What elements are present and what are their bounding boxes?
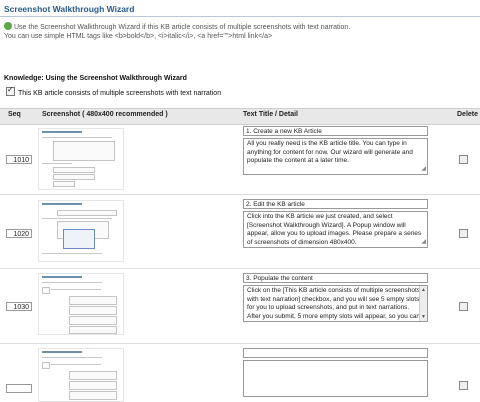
detail-textarea[interactable] xyxy=(243,360,428,397)
scrollbar[interactable]: ▲ ▼ xyxy=(419,286,427,321)
delete-checkbox[interactable] xyxy=(459,302,468,311)
delete-checkbox[interactable] xyxy=(459,155,468,164)
walkthrough-checkbox-label: This KB article consists of multiple scr… xyxy=(18,90,222,97)
detail-text: Click on the [This KB article consists o… xyxy=(247,287,421,320)
title-divider xyxy=(0,16,480,17)
seq-input[interactable] xyxy=(6,384,32,393)
resize-grip-icon[interactable]: ◢ xyxy=(421,238,426,247)
screenshot-thumbnail[interactable] xyxy=(38,128,124,190)
wizard-title: Screenshot Walkthrough Wizard xyxy=(4,4,135,14)
detail-text: All you really need is the KB article ti… xyxy=(247,140,413,164)
title-input[interactable]: 1. Create a new KB Article xyxy=(243,126,428,136)
detail-textarea[interactable]: All you really need is the KB article ti… xyxy=(243,138,428,175)
row-divider xyxy=(0,194,480,195)
walkthrough-checkbox[interactable] xyxy=(6,85,15,96)
screenshot-thumbnail[interactable] xyxy=(38,348,124,402)
title-input[interactable] xyxy=(243,348,428,358)
delete-checkbox[interactable] xyxy=(459,229,468,238)
detail-textarea[interactable]: Click on the [This KB article consists o… xyxy=(243,285,428,322)
resize-grip-icon[interactable]: ◢ xyxy=(421,165,426,174)
row-divider xyxy=(0,343,480,344)
seq-input[interactable]: 1020 xyxy=(6,229,32,238)
intro-text-1: Use the Screenshot Walkthrough Wizard if… xyxy=(14,24,351,31)
delete-checkbox[interactable] xyxy=(459,381,468,390)
info-icon xyxy=(4,22,12,30)
walkthrough-checkbox-row[interactable]: This KB article consists of multiple scr… xyxy=(6,85,222,97)
scroll-up-icon[interactable]: ▲ xyxy=(421,286,426,295)
title-input[interactable]: 3. Populate the content xyxy=(243,273,428,283)
intro-line-1: Use the Screenshot Walkthrough Wizard if… xyxy=(4,22,350,31)
knowledge-heading: Knowledge: Using the Screenshot Walkthro… xyxy=(4,75,187,82)
detail-textarea[interactable]: Click into the KB article we just create… xyxy=(243,211,428,248)
row-divider xyxy=(0,268,480,269)
seq-input[interactable]: 1030 xyxy=(6,302,32,311)
scroll-down-icon[interactable]: ▼ xyxy=(421,313,426,322)
screenshot-thumbnail[interactable] xyxy=(38,273,124,335)
detail-text: Click into the KB article we just create… xyxy=(247,213,422,246)
header-delete: Delete xyxy=(457,111,479,118)
header-screenshot: Screenshot ( 480x400 recommended ) xyxy=(42,111,168,118)
screenshot-thumbnail[interactable] xyxy=(38,200,124,262)
seq-input[interactable]: 1010 xyxy=(6,155,32,164)
intro-line-2: You can use simple HTML tags like <b>bol… xyxy=(4,33,273,40)
title-input[interactable]: 2. Edit the KB article xyxy=(243,199,428,209)
header-seq: Seq xyxy=(8,111,21,118)
header-text: Text Title / Detail xyxy=(243,111,298,118)
